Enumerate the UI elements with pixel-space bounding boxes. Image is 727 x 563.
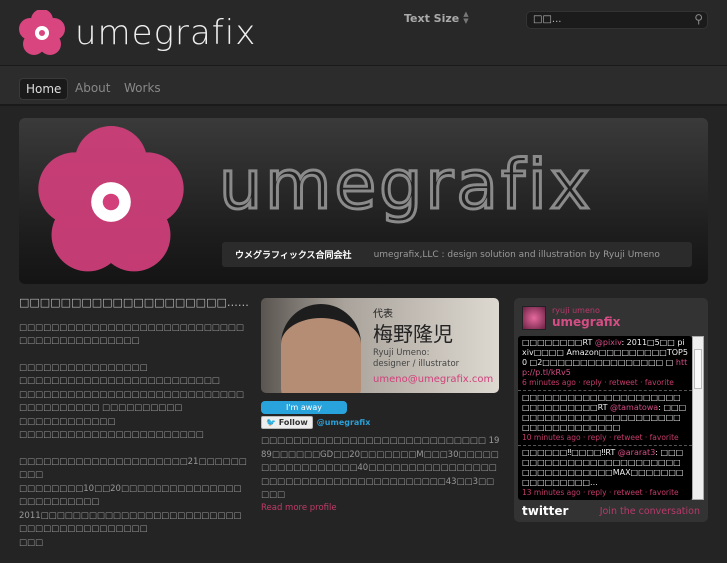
twitter-widget: ryuji umeno umegrafix □□□□□□□□RT @pixiv:… bbox=[514, 298, 708, 522]
company-name: ウメグラフィックス合同会社 bbox=[235, 251, 352, 261]
text-line: □□□□□□□□10□□20□□□□□□□□□□□□□□□□□□□□□□□□□ bbox=[19, 483, 242, 508]
twitter-name: ryuji umeno bbox=[552, 306, 600, 315]
tweet-list: □□□□□□□□RT @pixiv: 2011□5□□ pixiv□□□□ Am… bbox=[518, 336, 692, 500]
hero-caption: ウメグラフィックス合同会社 umegrafix,LLC : design sol… bbox=[222, 242, 692, 267]
twitter-user[interactable]: umegrafix bbox=[552, 315, 620, 329]
tagline: umegrafix,LLC : design solution and illu… bbox=[373, 249, 660, 260]
follow-button[interactable]: 🐦 Follow bbox=[261, 416, 313, 429]
profile-bio: □□□□□□□□□□□□□□□□□□□□□□□□□□□□ 1989□□□□□□G… bbox=[261, 436, 500, 500]
search-input[interactable]: □□... ⚲ bbox=[526, 11, 708, 29]
search-icon[interactable]: ⚲ bbox=[694, 12, 703, 26]
tweet: □□□□□□‼□□□□‼RT @ararat3: □□□□□□□□□□□□□□□… bbox=[518, 446, 692, 500]
hero-banner: umegrafix ウメグラフィックス合同会社 umegrafix,LLC : … bbox=[19, 118, 708, 284]
main-nav: Home About Works bbox=[0, 66, 727, 106]
mention-link[interactable]: @pixiv bbox=[595, 338, 622, 347]
logo-text: umegrafix bbox=[75, 13, 257, 53]
scroll-thumb[interactable] bbox=[694, 349, 702, 389]
job-title: designer / illustrator bbox=[373, 359, 460, 369]
header: umegrafix Text Size ▲ ▼ □□... ⚲ bbox=[0, 0, 727, 66]
tweet: □□□□□□□□□□□□□□□□□□□□□□□□□□□□□□□RT @tamat… bbox=[518, 391, 692, 446]
name-en: Ryuji Umeno: bbox=[373, 348, 430, 358]
text-line: □□□□□□□□□□□□□□□□ bbox=[19, 362, 148, 373]
nav-about[interactable]: About bbox=[69, 78, 116, 98]
twitter-handle[interactable]: @umegrafix bbox=[317, 418, 371, 427]
hero-logo-text: umegrafix bbox=[217, 145, 594, 227]
search-placeholder: □□... bbox=[533, 14, 562, 25]
plum-flower-icon bbox=[19, 10, 65, 55]
up-down-arrows-icon[interactable]: ▲ ▼ bbox=[463, 11, 468, 25]
read-more-link[interactable]: Read more profile bbox=[261, 503, 501, 513]
tweet-meta[interactable]: 6 minutes ago · reply · retweet · favori… bbox=[522, 378, 688, 388]
tweet-meta[interactable]: 10 minutes ago · reply · retweet · favor… bbox=[522, 433, 688, 443]
twitter-header: ryuji umeno umegrafix bbox=[522, 306, 700, 330]
text-line: □□□□□□□□□□□□□□□□□□□□□□□□□□□□□□□□□□□□□□ □… bbox=[19, 389, 244, 414]
follow-row: 🐦 Follow @umegrafix bbox=[261, 416, 501, 429]
text-line: □□□□□□□□□□□□□□□□□□□□□21□□□□□□□□□ bbox=[19, 456, 247, 481]
intro-paragraph: □□□□□□□□□□□□□□□□□□□□□□□□□□□□□□□□□□□□□□□□… bbox=[19, 322, 244, 347]
tweet: □□□□□□□□RT @pixiv: 2011□5□□ pixiv□□□□ Am… bbox=[518, 336, 692, 391]
tweet-scrollbar[interactable] bbox=[692, 336, 704, 500]
text-line: □□□□□□□□□□□□□□□□□□□□□□□ bbox=[19, 430, 204, 440]
tweet-area: □□□□□□□□RT @pixiv: 2011□5□□ pixiv□□□□ Am… bbox=[518, 336, 704, 500]
intro-paragraph: □□□□□□□□□□□□□□□□□□□□□21□□□□□□□□□ □□□□□□□… bbox=[19, 456, 249, 551]
profile-card: 代表 梅野隆児 Ryuji Umeno: designer / illustra… bbox=[261, 298, 499, 393]
avatar[interactable] bbox=[522, 306, 546, 330]
join-conversation-link[interactable]: Join the conversation bbox=[600, 506, 700, 517]
tweet-meta[interactable]: 13 minutes ago · reply · retweet · favor… bbox=[522, 488, 688, 498]
status-badge[interactable]: I'm away bbox=[261, 401, 347, 414]
intro-title: □□□□□□□□□□□□□□□□□□□□…… bbox=[19, 296, 249, 309]
text-line: □□□ bbox=[19, 537, 44, 548]
tweet-text: □□□□□□‼□□□□‼RT bbox=[522, 448, 618, 457]
twitter-logo[interactable]: twitter bbox=[522, 504, 568, 518]
text-line: □□□□□□□□□□□□ bbox=[19, 416, 116, 427]
hero-flower-icon bbox=[38, 126, 184, 272]
intro-paragraph: □□□□□□□□□□□□□□□□ □□□□□□□□□□□□□□□□□□□□□□□… bbox=[19, 362, 249, 443]
twitter-bird-icon: 🐦 bbox=[266, 418, 276, 427]
site-logo[interactable]: umegrafix bbox=[19, 10, 256, 56]
mention-link[interactable]: @ararat3 bbox=[618, 448, 656, 457]
mention-link[interactable]: @tamatowa bbox=[610, 403, 658, 412]
name-jp: 梅野隆児 bbox=[373, 322, 453, 346]
nav-home[interactable]: Home bbox=[19, 78, 69, 100]
text-size-control[interactable]: Text Size ▲ ▼ bbox=[404, 11, 469, 25]
profile-photo bbox=[281, 304, 361, 393]
profile-column: 代表 梅野隆児 Ryuji Umeno: designer / illustra… bbox=[261, 298, 501, 513]
tweet-text: □□□□□□□□RT bbox=[522, 338, 595, 347]
twitter-footer: twitter Join the conversation bbox=[522, 504, 700, 518]
follow-label: Follow bbox=[278, 418, 308, 427]
text-line: □□□□□□□□□□□□□□□□□□□□□□□□□ bbox=[19, 376, 220, 386]
nav-works[interactable]: Works bbox=[118, 78, 167, 98]
text-line: 2011□□□□□□□□□□□□□□□□□□□□□□□□□□□□□□□□□□□□… bbox=[19, 510, 242, 535]
text-size-label: Text Size bbox=[404, 11, 460, 25]
intro-column: □□□□□□□□□□□□□□□□□□□□…… □□□□□□□□□□□□□□□□□… bbox=[19, 296, 249, 563]
email-link[interactable]: umeno@umegrafix.com bbox=[373, 374, 493, 385]
